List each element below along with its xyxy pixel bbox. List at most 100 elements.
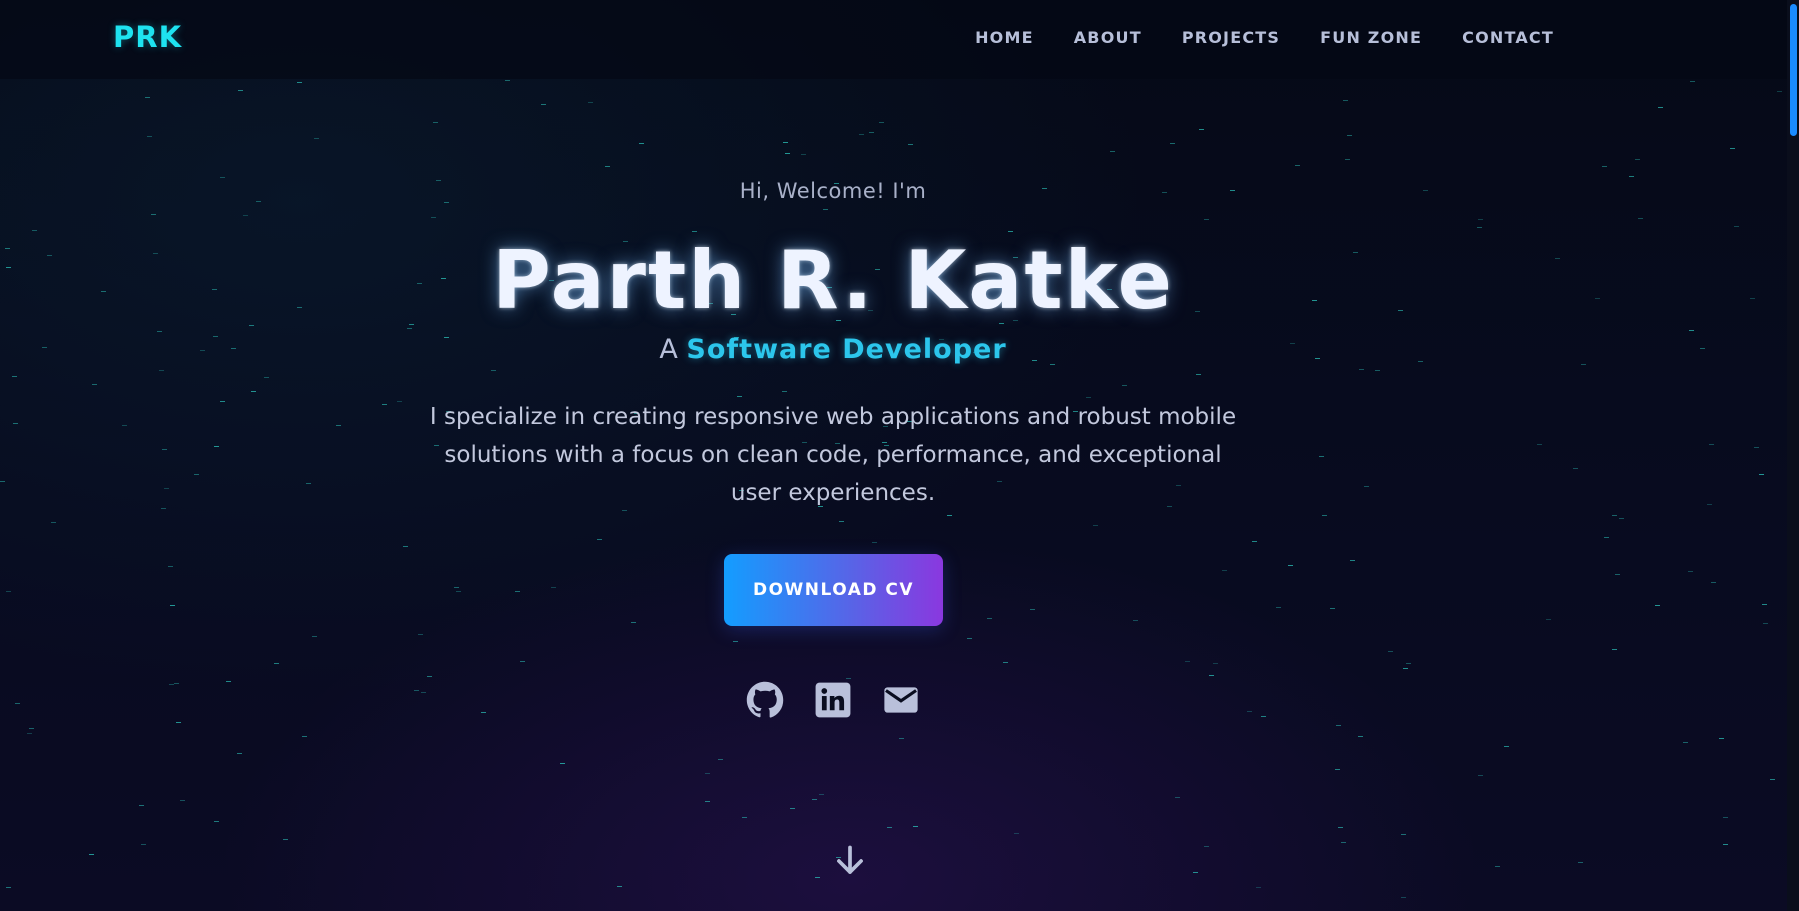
star [0,481,5,482]
star [541,104,546,105]
nav-link-about[interactable]: ABOUT [1074,28,1142,47]
star [12,376,17,377]
star [1690,81,1695,82]
star [815,877,820,878]
nav-link-contact[interactable]: CONTACT [1462,28,1554,47]
star [1638,218,1643,219]
star [718,759,723,760]
email-icon[interactable] [882,681,920,719]
star [1030,609,1035,610]
nav-link-home[interactable]: HOME [975,28,1034,47]
star [1341,842,1346,843]
star [92,384,97,385]
star [705,773,710,774]
hero-role-prefix: A [659,334,678,365]
star [174,683,179,684]
nav-link-projects[interactable]: PROJECTS [1182,28,1280,47]
star [1350,560,1355,561]
star [237,753,242,754]
star [1723,844,1728,845]
star [1478,219,1483,220]
star [819,794,824,795]
star [783,142,788,143]
github-icon[interactable] [746,681,784,719]
star [214,446,219,447]
star [1247,711,1252,712]
star [220,401,225,402]
star [1612,649,1617,650]
star [1322,515,1327,516]
star [1700,348,1705,349]
star [29,728,34,729]
star [226,681,231,682]
star [1256,887,1261,888]
star [742,817,747,818]
star [520,661,525,662]
star [1629,176,1634,177]
star [1762,604,1767,605]
star [147,136,152,137]
hero-name: Parth R. Katke [492,234,1174,327]
star [1185,661,1190,662]
star [605,166,610,167]
star [302,736,307,737]
star [1261,716,1266,717]
scrollbar-thumb[interactable] [1790,4,1797,136]
star [264,377,269,378]
star [785,153,790,154]
star [1777,91,1782,92]
star [180,800,185,801]
star [1343,100,1348,101]
site-logo[interactable]: PRK [113,20,182,54]
star [274,663,279,664]
star [1276,607,1281,608]
star [887,827,892,828]
star [122,425,127,426]
star [913,826,918,827]
star [1401,897,1406,898]
hero-bio: I specialize in creating responsive web … [429,404,1237,506]
star [737,396,742,397]
arrow-down-icon[interactable] [835,845,865,877]
star [336,425,341,426]
navbar: PRK HOME ABOUT PROJECTS FUN ZONE CONTACT [0,0,1787,79]
linkedin-icon[interactable] [814,681,852,719]
star [1133,620,1138,621]
star [431,217,436,218]
star [1252,541,1257,542]
star [782,391,787,392]
download-cv-button[interactable]: DOWNLOAD CV [724,554,943,626]
star [551,587,556,588]
star [243,215,248,216]
hero-role: Software Developer [686,334,1007,365]
star [1359,369,1364,370]
star [1222,570,1227,571]
star [631,622,636,623]
star [859,134,864,135]
star [1719,738,1724,739]
star [1750,298,1755,299]
nav-link-fun-zone[interactable]: FUN ZONE [1320,28,1422,47]
star [1330,608,1335,609]
star [51,522,56,523]
scrollbar[interactable] [1787,0,1799,911]
star [801,154,806,155]
star [869,132,874,133]
star [454,587,459,588]
star [987,618,992,619]
star [1358,736,1363,737]
star [1388,651,1393,652]
star [1546,619,1551,620]
star [1635,159,1640,160]
star [1707,504,1712,505]
star [908,144,913,145]
star [418,634,423,635]
star [1204,846,1209,847]
star [312,636,317,637]
star [15,703,20,704]
hero-role-line: A Software Developer [0,334,1666,365]
star [89,854,94,855]
star [1689,330,1694,331]
star [414,690,419,691]
star [1478,775,1483,776]
